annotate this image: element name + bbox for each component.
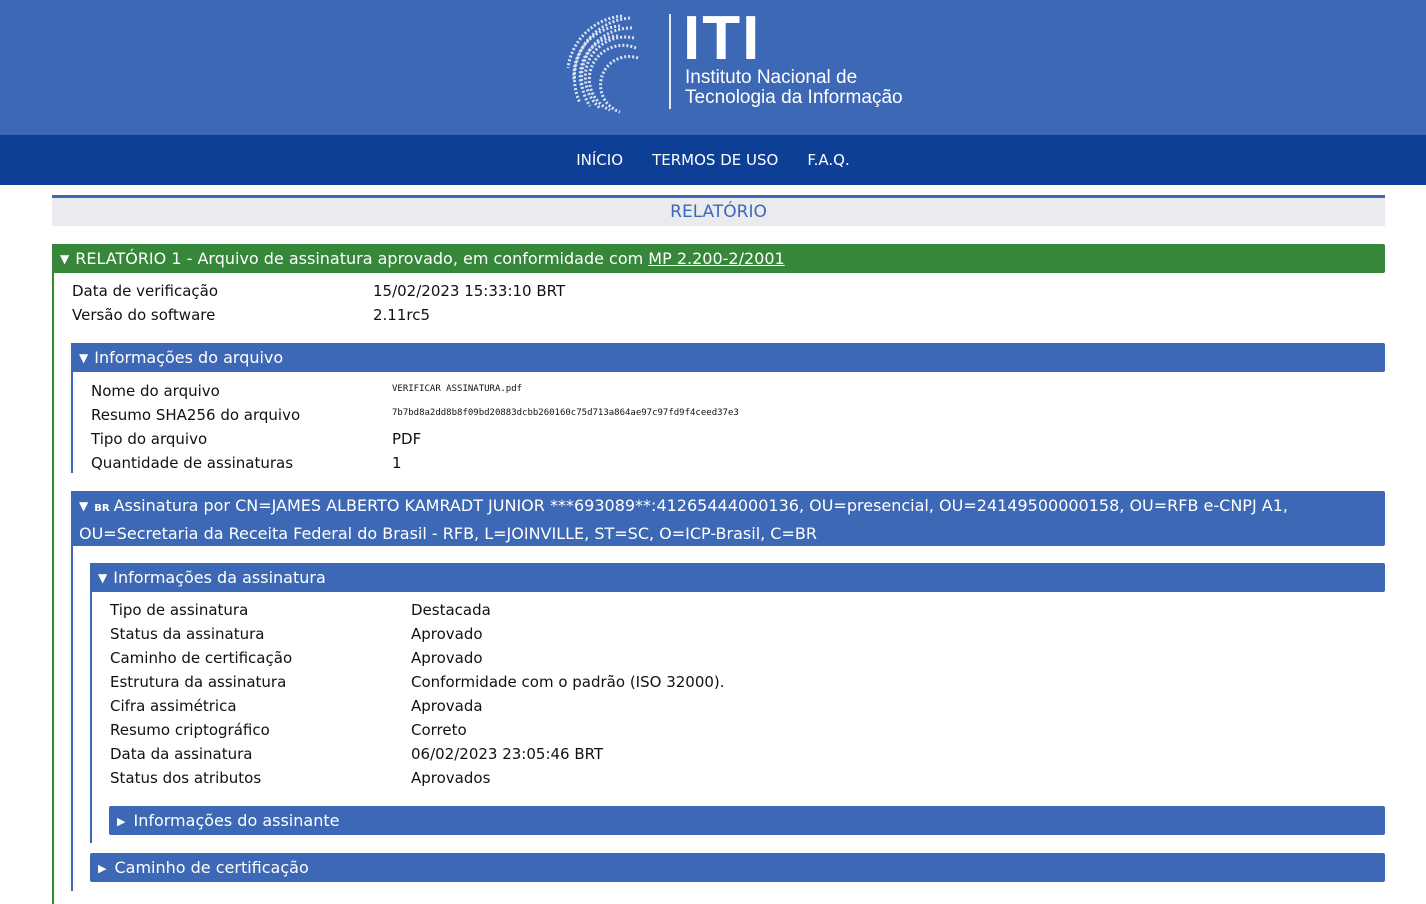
file-info-header[interactable]: ▼ Informações do arquivo [71, 343, 1385, 372]
cert-path-header[interactable]: ▶ Caminho de certificação [90, 853, 1385, 882]
logo-text: ITI [683, 4, 762, 73]
sha256-value: 7b7bd8a2dd8b8f09bd20883dcbb260160c75d713… [392, 408, 739, 418]
logo-subtitle-line1: Instituto Nacional de [685, 67, 858, 88]
sig-date-label: Data da assinatura [110, 745, 253, 763]
file-type-label: Tipo do arquivo [91, 430, 208, 448]
expanded-triangle-icon: ▼ [79, 351, 89, 365]
fingerprint-logo-icon [566, 14, 639, 114]
cert-path-title: Caminho de certificação [114, 858, 309, 877]
signature-title-line2: OU=Secretaria da Receita Federal do Bras… [79, 524, 817, 543]
file-type-value: PDF [392, 430, 422, 448]
attributes-status-value: Aprovados [411, 769, 491, 787]
logo-divider [669, 14, 671, 109]
signature-header[interactable]: ▼ BR Assinatura por CN=JAMES ALBERTO KAMRA… [71, 491, 1385, 546]
cert-path-value: Aprovado [411, 649, 483, 667]
expanded-triangle-icon: ▼ [79, 499, 89, 513]
asymmetric-cipher-label: Cifra assimétrica [110, 697, 237, 715]
file-name-label: Nome do arquivo [91, 382, 220, 400]
expanded-triangle-icon: ▼ [98, 571, 108, 585]
crypto-digest-value: Correto [411, 721, 467, 739]
verification-date-value: 15/02/2023 15:33:10 BRT [373, 282, 566, 300]
signature-count-label: Quantidade de assinaturas [91, 454, 294, 472]
collapsed-triangle-icon: ▶ [98, 862, 107, 875]
sha256-label: Resumo SHA256 do arquivo [91, 406, 301, 424]
sig-info-outline [90, 563, 100, 843]
software-version-value: 2.11rc5 [373, 306, 431, 324]
report-title: RELATÓRIO [52, 195, 1385, 226]
sig-info-title: Informações da assinatura [113, 568, 326, 587]
logo-subtitle-line2: Tecnologia da Informação [685, 87, 903, 108]
country-tag: BR [94, 503, 110, 514]
signature-title-line1: Assinatura por CN=JAMES ALBERTO KAMRADT … [113, 496, 1288, 515]
signer-info-title: Informações do assinante [133, 811, 340, 830]
sig-type-value: Destacada [411, 601, 491, 619]
sig-status-value: Aprovado [411, 625, 483, 643]
nav-item-faq[interactable]: F.A.Q. [807, 135, 849, 185]
mp-link[interactable]: MP 2.200-2/2001 [648, 249, 784, 268]
asymmetric-cipher-value: Aprovada [411, 697, 483, 715]
file-name-value: VERIFICAR ASSINATURA.pdf [392, 384, 523, 394]
signature-count-value: 1 [392, 454, 402, 472]
nav-item-inicio[interactable]: INÍCIO [576, 135, 623, 185]
sig-structure-value: Conformidade com o padrão (ISO 32000). [411, 673, 725, 691]
report-section-title: RELATÓRIO 1 - Arquivo de assinatura apro… [75, 249, 644, 268]
expanded-triangle-icon: ▼ [60, 252, 70, 266]
file-info-title: Informações do arquivo [94, 348, 284, 367]
collapsed-triangle-icon: ▶ [117, 815, 126, 828]
sig-status-label: Status da assinatura [110, 625, 265, 643]
nav-item-termos-de-uso[interactable]: TERMOS DE USO [652, 135, 778, 185]
verification-date-label: Data de verificação [72, 282, 219, 300]
software-version-label: Versão do software [72, 306, 216, 324]
sig-type-label: Tipo de assinatura [110, 601, 249, 619]
signer-info-header[interactable]: ▶ Informações do assinante [109, 806, 1385, 835]
main-nav: INÍCIO TERMOS DE USO F.A.Q. [0, 135, 1426, 185]
attributes-status-label: Status dos atributos [110, 769, 262, 787]
sig-structure-label: Estrutura da assinatura [110, 673, 287, 691]
site-header: ITI Instituto Nacional de Tecnologia da … [0, 0, 1426, 135]
crypto-digest-label: Resumo criptográfico [110, 721, 270, 739]
sig-info-header[interactable]: ▼ Informações da assinatura [90, 563, 1385, 592]
cert-path-label: Caminho de certificação [110, 649, 293, 667]
sig-date-value: 06/02/2023 23:05:46 BRT [411, 745, 604, 763]
signature-outline [71, 491, 81, 891]
report-section-header[interactable]: ▼ RELATÓRIO 1 - Arquivo de assinatura apr… [52, 244, 1385, 273]
